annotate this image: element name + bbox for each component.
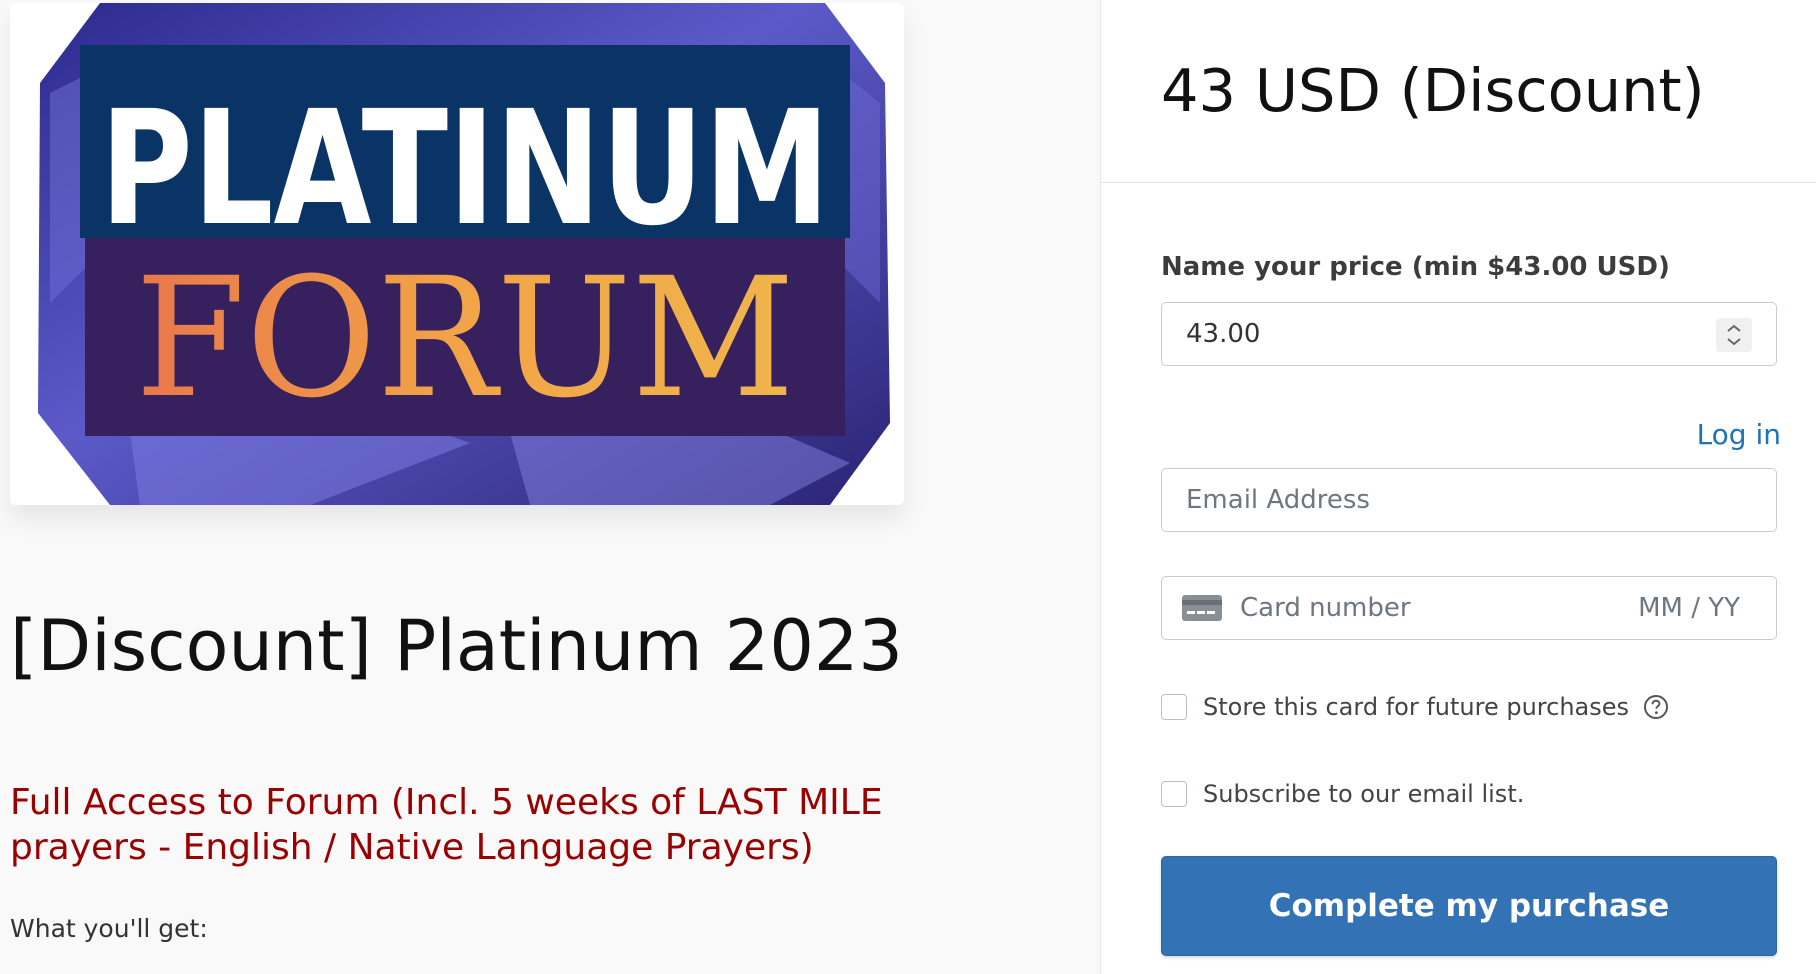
- price-heading: 43 USD (Discount): [1161, 56, 1705, 125]
- store-card-label: Store this card for future purchases: [1203, 693, 1630, 721]
- email-field: [1161, 468, 1777, 532]
- store-card-checkbox[interactable]: [1161, 694, 1187, 720]
- login-link[interactable]: Log in: [1697, 418, 1781, 451]
- up-down-stepper-icon[interactable]: [1716, 318, 1752, 352]
- checkout-panel: 43 USD (Discount) Name your price (min $…: [1100, 0, 1816, 974]
- logo-text-forum: FORUM: [135, 242, 795, 434]
- store-card-option: Store this card for future purchases: [1161, 693, 1669, 721]
- product-column: PLATINUM FORUM [Discount] Platinum 2023 …: [0, 0, 1100, 974]
- complete-purchase-button[interactable]: Complete my purchase: [1161, 856, 1777, 956]
- price-field: [1161, 302, 1777, 366]
- product-cover-image: PLATINUM FORUM: [10, 3, 904, 505]
- card-expiry-input[interactable]: [1620, 577, 1740, 639]
- panel-divider: [1101, 182, 1816, 183]
- product-description-intro: What you'll get:: [10, 914, 208, 943]
- logo-text-platinum: PLATINUM: [100, 77, 830, 261]
- subscribe-label: Subscribe to our email list.: [1203, 780, 1525, 808]
- platinum-forum-logo: PLATINUM FORUM: [10, 3, 904, 505]
- price-field-label: Name your price (min $43.00 USD): [1161, 252, 1670, 282]
- card-number-input[interactable]: [1240, 577, 1600, 639]
- subscribe-checkbox[interactable]: [1161, 781, 1187, 807]
- question-circle-icon[interactable]: [1643, 694, 1669, 720]
- credit-card-icon: [1182, 595, 1222, 625]
- subscribe-option: Subscribe to our email list.: [1161, 780, 1524, 808]
- card-field: [1161, 576, 1777, 640]
- price-input[interactable]: [1186, 303, 1706, 365]
- product-subtitle: Full Access to Forum (Incl. 5 weeks of L…: [10, 782, 883, 868]
- email-input[interactable]: [1186, 469, 1746, 531]
- product-title: [Discount] Platinum 2023: [10, 605, 903, 687]
